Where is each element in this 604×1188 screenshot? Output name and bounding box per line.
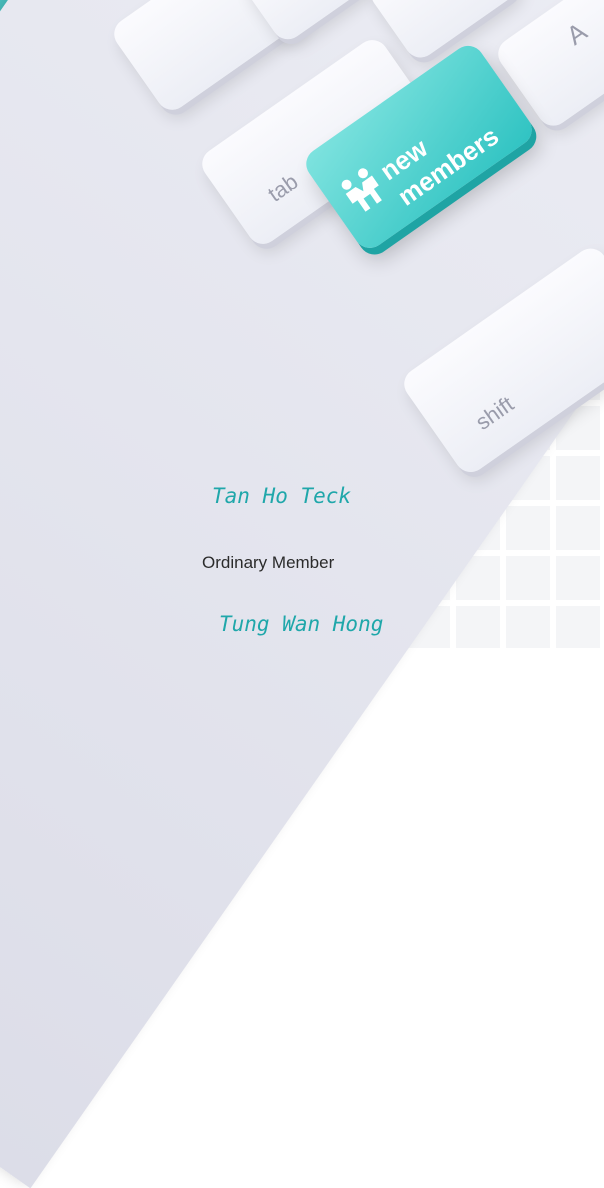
member-name-2: Tung Wan Hong [219,612,384,636]
key-a-label: A [560,16,593,51]
member-role-1: Ordinary Member [202,553,335,572]
key-tab-label: tab [263,168,303,207]
key-shift-label: shift [470,391,519,435]
member-name-1: Tan Ho Teck [212,484,352,508]
